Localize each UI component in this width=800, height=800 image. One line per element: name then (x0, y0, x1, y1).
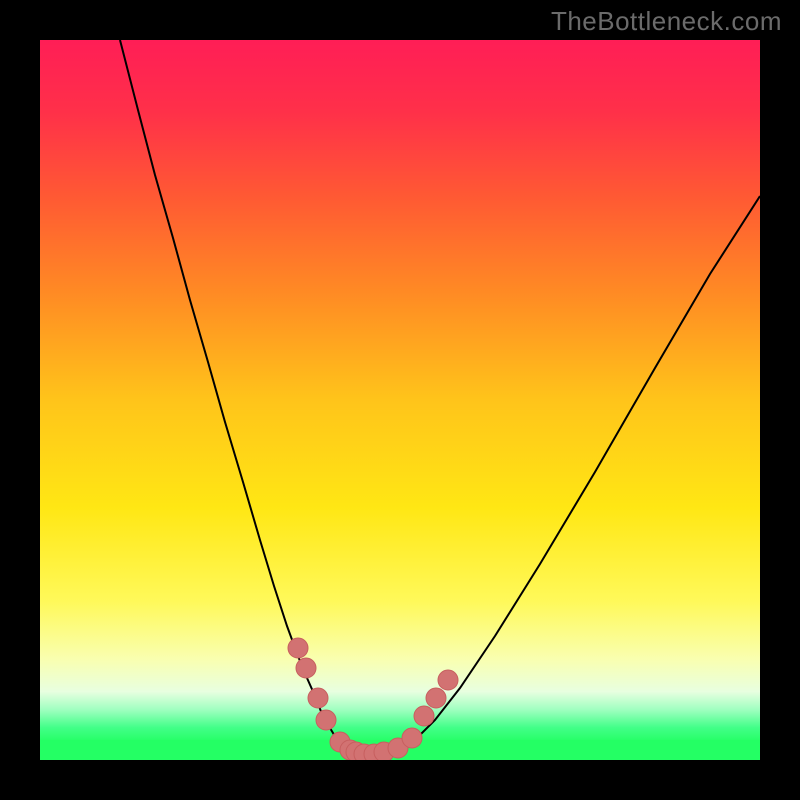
curve-marker (414, 706, 434, 726)
curve-marker (316, 710, 336, 730)
bottleneck-chart (40, 40, 760, 760)
curve-marker (308, 688, 328, 708)
curve-marker (402, 728, 422, 748)
watermark-label: TheBottleneck.com (551, 6, 782, 37)
plot-area (40, 40, 760, 760)
curve-marker (426, 688, 446, 708)
outer-frame: TheBottleneck.com (0, 0, 800, 800)
curve-marker (288, 638, 308, 658)
curve-marker (296, 658, 316, 678)
curve-marker (438, 670, 458, 690)
